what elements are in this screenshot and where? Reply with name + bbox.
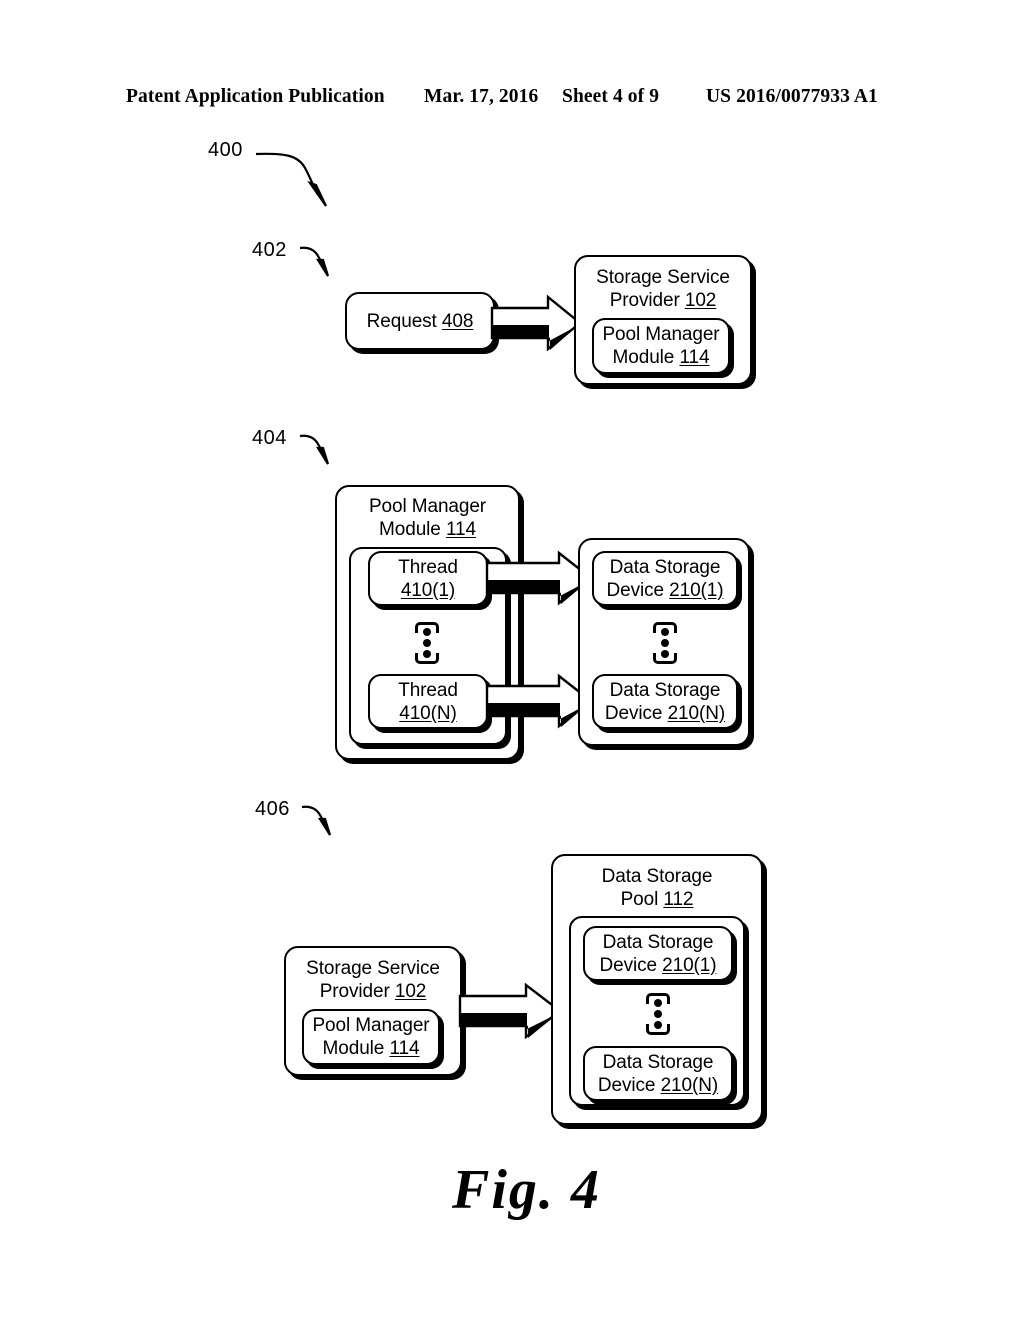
reference-numeral-400: 400 (208, 139, 243, 161)
request-box: Request 408 (345, 292, 495, 350)
data-storage-device-1-box: Data Storage Device 210(1) (592, 551, 738, 606)
data-storage-device-1-label-406: Data Storage Device 210(1) (599, 931, 717, 976)
reference-numeral-402: 402 (252, 239, 287, 261)
page-header: Patent Application Publication Mar. 17, … (0, 86, 1024, 112)
data-storage-device-n-label-406: Data Storage Device 210(N) (597, 1051, 719, 1096)
storage-service-provider-box: Storage Service Provider 102 Pool Manage… (574, 255, 752, 385)
pool-manager-module-box: Pool Manager Module 114 (592, 318, 730, 374)
data-storage-device-n-box-406: Data Storage Device 210(N) (583, 1046, 733, 1101)
header-date-label: Mar. 17, 2016 (424, 86, 539, 107)
header-sheet-label: Sheet 4 of 9 (562, 86, 660, 107)
storage-service-provider-label-406: Storage Service Provider 102 (306, 958, 440, 1002)
data-storage-pool-label: Data Storage Pool 112 (601, 866, 713, 910)
reference-numeral-404: 404 (252, 427, 287, 449)
vertical-ellipsis-icon-threads (414, 622, 440, 664)
leader-line-404 (299, 434, 330, 465)
storage-service-provider-box-406: Storage Service Provider 102 Pool Manage… (284, 946, 462, 1076)
leader-line-406 (301, 805, 332, 836)
leader-line-400 (255, 152, 327, 207)
vertical-ellipsis-icon-devices-404 (652, 622, 678, 664)
reference-numeral-406: 406 (255, 798, 290, 820)
header-publication-label: Patent Application Publication (126, 86, 385, 107)
pool-manager-module-box-406: Pool Manager Module 114 (302, 1009, 440, 1065)
pool-manager-module-container-label: Pool Manager Module 114 (368, 496, 487, 540)
request-box-label: Request 408 (366, 310, 474, 332)
pool-manager-module-label: Pool Manager Module 114 (602, 324, 720, 368)
vertical-ellipsis-icon-devices-406 (645, 993, 671, 1035)
thread-n-box: Thread 410(N) (368, 674, 488, 729)
leader-line-402 (299, 246, 330, 277)
arrow-request-to-provider (490, 294, 582, 352)
thread-1-label: Thread 410(1) (398, 556, 458, 601)
thread-1-box: Thread 410(1) (368, 551, 488, 606)
storage-service-provider-label: Storage Service Provider 102 (596, 267, 730, 311)
thread-n-label: Thread 410(N) (398, 679, 458, 724)
figure-caption: Fig. 4 (452, 1159, 601, 1221)
data-storage-device-n-box: Data Storage Device 210(N) (592, 674, 738, 729)
data-storage-device-1-label: Data Storage Device 210(1) (606, 556, 724, 601)
data-storage-device-n-label: Data Storage Device 210(N) (604, 679, 726, 724)
pool-manager-module-label-406: Pool Manager Module 114 (312, 1015, 430, 1059)
header-patent-number: US 2016/0077933 A1 (706, 86, 878, 107)
data-storage-device-1-box-406: Data Storage Device 210(1) (583, 926, 733, 981)
